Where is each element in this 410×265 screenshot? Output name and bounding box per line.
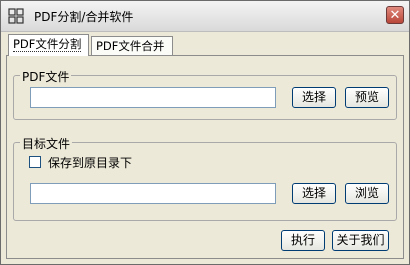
close-button[interactable]: ✕ <box>386 6 404 24</box>
target-file-group-label: 目标文件 <box>20 135 73 152</box>
tab-label: PDF文件分割 <box>13 37 82 52</box>
browse-button[interactable]: 浏览 <box>345 183 389 204</box>
window-content: PDF文件合并 PDF文件分割 PDF文件 选择 预览 目标文件 保存到原目录下… <box>2 32 408 263</box>
pdf-file-group-label: PDF文件 <box>20 68 72 85</box>
save-to-original-checkbox[interactable] <box>29 156 41 168</box>
pdf-file-group: PDF文件 选择 预览 <box>13 68 397 120</box>
preview-button[interactable]: 预览 <box>345 87 389 108</box>
target-path-input[interactable] <box>30 183 276 204</box>
app-grid-icon <box>8 8 24 24</box>
pdf-select-button[interactable]: 选择 <box>292 87 336 108</box>
window-title: PDF分割/合并软件 <box>34 10 134 24</box>
split-tab-panel: PDF文件 选择 预览 目标文件 保存到原目录下 选择 浏览 执行 关于我们 <box>6 55 404 259</box>
app-window: PDF分割/合并软件 ✕ PDF文件合并 PDF文件分割 PDF文件 选择 预览… <box>0 0 410 265</box>
save-to-original-label: 保存到原目录下 <box>48 156 133 170</box>
about-us-button[interactable]: 关于我们 <box>332 230 389 251</box>
tab-pdf-split[interactable]: PDF文件分割 <box>8 34 89 56</box>
tab-label: PDF文件合并 <box>96 39 165 53</box>
tab-pdf-merge[interactable]: PDF文件合并 <box>91 36 173 55</box>
target-file-group: 目标文件 保存到原目录下 选择 浏览 <box>13 135 397 221</box>
target-select-button[interactable]: 选择 <box>292 183 336 204</box>
pdf-path-input[interactable] <box>30 87 276 108</box>
execute-button[interactable]: 执行 <box>281 230 325 251</box>
title-bar[interactable]: PDF分割/合并软件 ✕ <box>1 1 409 32</box>
